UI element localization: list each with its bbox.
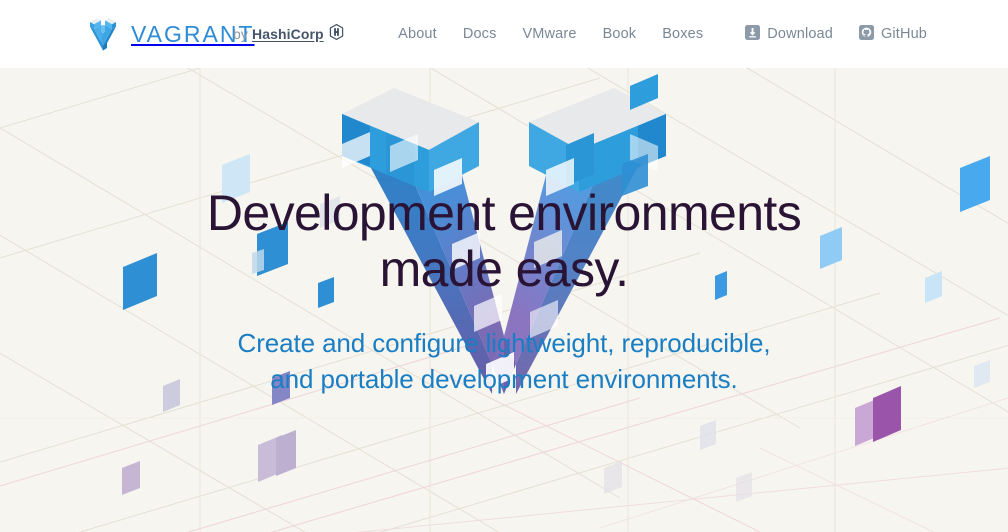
- nav-link-github[interactable]: GitHub: [846, 0, 940, 68]
- nav-link-docs[interactable]: Docs: [450, 0, 510, 68]
- download-icon: [745, 24, 761, 44]
- site-header: VAGRANT by HashiCorp About Docs VMware B…: [0, 0, 1008, 68]
- nav-link-boxes[interactable]: Boxes: [649, 0, 716, 68]
- vagrant-v-logo-icon: [88, 15, 122, 53]
- hero-content: Development environments made easy. Crea…: [0, 68, 1008, 532]
- by-label: by: [233, 25, 248, 42]
- hero-subtitle: Create and configure lightweight, reprod…: [237, 328, 771, 394]
- main-navigation: About Docs VMware Book Boxes Download Gi…: [385, 0, 940, 68]
- vagrant-homepage: VAGRANT by HashiCorp About Docs VMware B…: [0, 0, 1008, 532]
- nav-link-download[interactable]: Download: [732, 0, 846, 68]
- nav-link-download-label: Download: [767, 26, 833, 42]
- page-title: Development environments made easy.: [206, 185, 802, 297]
- github-icon: [858, 24, 874, 44]
- brand-logo-link[interactable]: VAGRANT: [88, 13, 254, 55]
- nav-link-github-label: GitHub: [880, 26, 927, 42]
- hashicorp-link[interactable]: HashiCorp: [252, 26, 324, 42]
- hashicorp-byline: by HashiCorp: [233, 23, 344, 43]
- nav-link-book[interactable]: Book: [590, 0, 650, 68]
- nav-link-vmware[interactable]: VMware: [509, 0, 589, 68]
- nav-link-about[interactable]: About: [385, 0, 450, 68]
- hero-section: Development environments made easy. Crea…: [0, 68, 1008, 532]
- hashicorp-logo-icon: [329, 23, 344, 43]
